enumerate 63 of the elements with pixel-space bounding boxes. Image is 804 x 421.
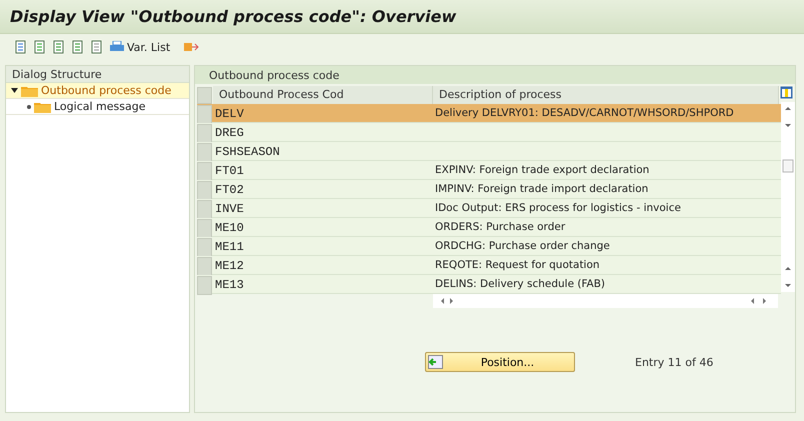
row-selector[interactable]	[197, 181, 212, 200]
table-cell-text: ORDCHG: Purchase order change	[434, 239, 611, 254]
table-cell-text: IMPINV: Foreign trade import declaration	[434, 182, 650, 197]
table-row[interactable]: FT02 IMPINV: Foreign trade import declaration	[197, 180, 781, 199]
expand-arrow-icon[interactable]	[11, 87, 18, 94]
table-cell-text: ME10	[214, 220, 245, 237]
table-row[interactable]: FT01 EXPINV: Foreign trade export declaration	[197, 161, 781, 180]
export-icon[interactable]	[183, 40, 200, 54]
select-all-button[interactable]	[197, 87, 212, 104]
table-row[interactable]: FSHSEASON	[197, 142, 781, 161]
row-selector[interactable]	[197, 200, 212, 219]
table-cell-text: FT02	[214, 182, 245, 199]
document-icon	[52, 40, 66, 54]
entry-count: Entry 11 of 46	[635, 356, 714, 368]
table-cell-text: ORDERS: Purchase order	[434, 220, 566, 235]
tree-item-label: Logical message	[54, 100, 146, 113]
tree-item-label: Outbound process code	[41, 84, 172, 97]
row-selector[interactable]	[197, 219, 212, 238]
row-selector[interactable]	[197, 238, 212, 257]
table-cell-text: DELV	[214, 106, 245, 123]
row-selector[interactable]	[197, 143, 212, 162]
table-row[interactable]: ME13 DELINS: Delivery schedule (FAB)	[197, 275, 781, 294]
tree-item[interactable]: Logical message	[6, 99, 189, 115]
row-selector[interactable]	[197, 162, 212, 181]
window-title: Display View "Outbound process code": Overview	[10, 7, 456, 26]
table-cell-text: DREG	[214, 125, 245, 142]
table-cell-text: EXPINV: Foreign trade export declaration	[434, 163, 650, 178]
row-selector[interactable]	[197, 124, 212, 143]
column-header[interactable]: Outbound Process Cod	[213, 86, 433, 104]
table-row[interactable]: INVE IDoc Output: ERS process for logistics - invoice	[197, 199, 781, 218]
var-list-button[interactable]: Var. List	[109, 40, 170, 54]
table-cell-text: ME11	[214, 239, 245, 256]
table-row[interactable]: ME11 ORDCHG: Purchase order change	[197, 237, 781, 256]
table-row[interactable]: DELV Delivery DELVRY01: DESADV/CARNOT/WHSORD/SHPORD	[197, 104, 781, 123]
table-cell-text: Delivery DELVRY01: DESADV/CARNOT/WHSORD/SHPORD	[434, 106, 735, 121]
printer-icon	[109, 41, 125, 53]
table-row[interactable]: DREG	[197, 123, 781, 142]
table-cell-text: INVE	[214, 201, 245, 218]
table-cell-text: ME13	[214, 277, 245, 294]
panel-title: Dialog Structure	[6, 66, 189, 83]
table-row[interactable]: ME10 ORDERS: Purchase order	[197, 218, 781, 237]
row-selector[interactable]	[197, 257, 212, 276]
column-settings-icon[interactable]	[780, 86, 793, 99]
table-cell-text: ME12	[214, 258, 245, 275]
vertical-scrollbar[interactable]	[781, 102, 795, 292]
column-header[interactable]: Description of process	[433, 86, 779, 104]
folder-icon	[21, 84, 38, 96]
table-cell-text: FSHSEASON	[214, 144, 281, 161]
table-row[interactable]: ME12 REQOTE: Request for quotation	[197, 256, 781, 275]
document-icon	[71, 40, 85, 54]
horizontal-scrollbar[interactable]	[433, 294, 778, 308]
table-title: Outbound process code	[195, 66, 795, 84]
row-selector[interactable]	[197, 276, 212, 295]
document-icon	[90, 40, 104, 54]
table-cell-text: DELINS: Delivery schedule (FAB)	[434, 277, 606, 292]
row-selector[interactable]	[197, 105, 212, 124]
position-button[interactable]: Position...	[425, 352, 575, 372]
table-cell-text: FT01	[214, 163, 245, 180]
folder-icon	[34, 100, 51, 112]
table-cell-text: IDoc Output: ERS process for logistics - invoice	[434, 201, 682, 216]
bullet-icon	[27, 104, 31, 108]
table-cell-text: REQOTE: Request for quotation	[434, 258, 601, 273]
tree-item[interactable]: Outbound process code	[6, 83, 189, 99]
